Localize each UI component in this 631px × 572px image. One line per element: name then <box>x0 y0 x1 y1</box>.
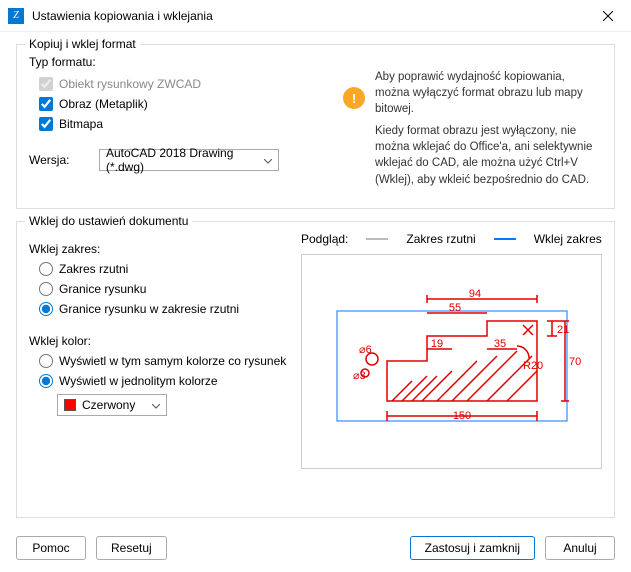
radio-same-color[interactable]: Wyświetl w tym samym kolorze co rysunek <box>39 354 289 368</box>
group-copy-format-title: Kopiuj i wklej format <box>25 37 140 51</box>
svg-text:R20: R20 <box>523 360 543 372</box>
close-icon <box>603 11 613 21</box>
svg-text:21: 21 <box>557 324 569 336</box>
titlebar: Z Ustawienia kopiowania i wklejania <box>0 0 631 32</box>
dialog-content: Kopiuj i wklej format Typ formatu: Obiek… <box>0 32 631 572</box>
group-paste-settings-title: Wklej do ustawień dokumentu <box>25 214 192 228</box>
radio-uniform-color-input[interactable] <box>39 374 53 388</box>
cancel-button[interactable]: Anuluj <box>545 536 615 560</box>
radio-drawing-bounds-in-viewport-input[interactable] <box>39 302 53 316</box>
checkbox-bitmap-label: Bitmapa <box>59 117 103 131</box>
reset-button[interactable]: Resetuj <box>96 536 167 560</box>
legend-swatch-viewport <box>366 238 388 240</box>
format-type-label: Typ formatu: <box>29 55 329 69</box>
color-dropdown[interactable]: Czerwony <box>57 394 167 416</box>
group-copy-format: Kopiuj i wklej format Typ formatu: Obiek… <box>16 44 615 209</box>
radio-viewport-range-label: Zakres rzutni <box>59 262 128 276</box>
info-text: Aby poprawić wydajność kopiowania, można… <box>375 69 602 194</box>
svg-text:⌀6: ⌀6 <box>359 344 372 356</box>
radio-drawing-bounds-input[interactable] <box>39 282 53 296</box>
version-dropdown[interactable]: AutoCAD 2018 Drawing (*.dwg) <box>99 149 279 171</box>
checkbox-bitmap[interactable]: Bitmapa <box>39 117 329 131</box>
legend-paste-label: Wklej zakres <box>534 232 602 246</box>
paste-range-label: Wklej zakres: <box>29 242 289 256</box>
preview-canvas: 94 55 19 35 R20 21 70 150 ⌀6 ⌀3 <box>301 254 602 469</box>
preview-label: Podgląd: <box>301 232 348 246</box>
info-text-line1: Aby poprawić wydajność kopiowania, można… <box>375 69 602 117</box>
chevron-down-icon <box>152 398 160 412</box>
radio-drawing-bounds[interactable]: Granice rysunku <box>39 282 289 296</box>
radio-same-color-label: Wyświetl w tym samym kolorze co rysunek <box>59 354 286 368</box>
svg-text:35: 35 <box>493 338 505 350</box>
svg-text:70: 70 <box>569 356 581 368</box>
checkbox-zwcad-object: Obiekt rysunkowy ZWCAD <box>39 77 329 91</box>
legend-viewport-label: Zakres rzutni <box>406 232 475 246</box>
close-button[interactable] <box>585 0 631 32</box>
info-text-line2: Kiedy format obrazu jest wyłączony, nie … <box>375 123 602 187</box>
svg-text:55: 55 <box>448 302 460 314</box>
checkbox-metafile-input[interactable] <box>39 97 53 111</box>
svg-text:150: 150 <box>452 410 470 422</box>
version-dropdown-value: AutoCAD 2018 Drawing (*.dwg) <box>106 146 264 174</box>
checkbox-metafile[interactable]: Obraz (Metaplik) <box>39 97 329 111</box>
svg-text:94: 94 <box>468 288 480 300</box>
group-paste-settings: Wklej do ustawień dokumentu Wklej zakres… <box>16 221 615 518</box>
button-bar: Pomoc Resetuj Zastosuj i zamknij Anuluj <box>16 530 615 560</box>
paste-color-label: Wklej kolor: <box>29 334 289 348</box>
legend-swatch-paste <box>494 238 516 240</box>
radio-uniform-color-label: Wyświetl w jednolitym kolorze <box>59 374 218 388</box>
app-icon: Z <box>8 8 24 24</box>
svg-text:⌀3: ⌀3 <box>353 370 366 382</box>
chevron-down-icon <box>264 153 272 167</box>
window-title: Ustawienia kopiowania i wklejania <box>32 9 585 23</box>
radio-drawing-bounds-in-viewport[interactable]: Granice rysunku w zakresie rzutni <box>39 302 289 316</box>
version-label: Wersja: <box>29 153 89 167</box>
checkbox-zwcad-object-input <box>39 77 53 91</box>
radio-uniform-color[interactable]: Wyświetl w jednolitym kolorze <box>39 374 289 388</box>
radio-viewport-range-input[interactable] <box>39 262 53 276</box>
checkbox-zwcad-object-label: Obiekt rysunkowy ZWCAD <box>59 77 201 91</box>
checkbox-bitmap-input[interactable] <box>39 117 53 131</box>
color-dropdown-value: Czerwony <box>82 398 135 412</box>
help-button[interactable]: Pomoc <box>16 536 86 560</box>
radio-drawing-bounds-in-viewport-label: Granice rysunku w zakresie rzutni <box>59 302 239 316</box>
svg-text:19: 19 <box>430 338 442 350</box>
checkbox-metafile-label: Obraz (Metaplik) <box>59 97 148 111</box>
dialog-window: Z Ustawienia kopiowania i wklejania Kopi… <box>0 0 631 572</box>
radio-viewport-range[interactable]: Zakres rzutni <box>39 262 289 276</box>
radio-same-color-input[interactable] <box>39 354 53 368</box>
color-swatch-icon <box>64 399 76 411</box>
apply-close-button[interactable]: Zastosuj i zamknij <box>410 536 535 560</box>
lightbulb-icon: ! <box>343 87 365 109</box>
radio-drawing-bounds-label: Granice rysunku <box>59 282 146 296</box>
preview-drawing-icon: 94 55 19 35 R20 21 70 150 ⌀6 ⌀3 <box>317 281 587 441</box>
